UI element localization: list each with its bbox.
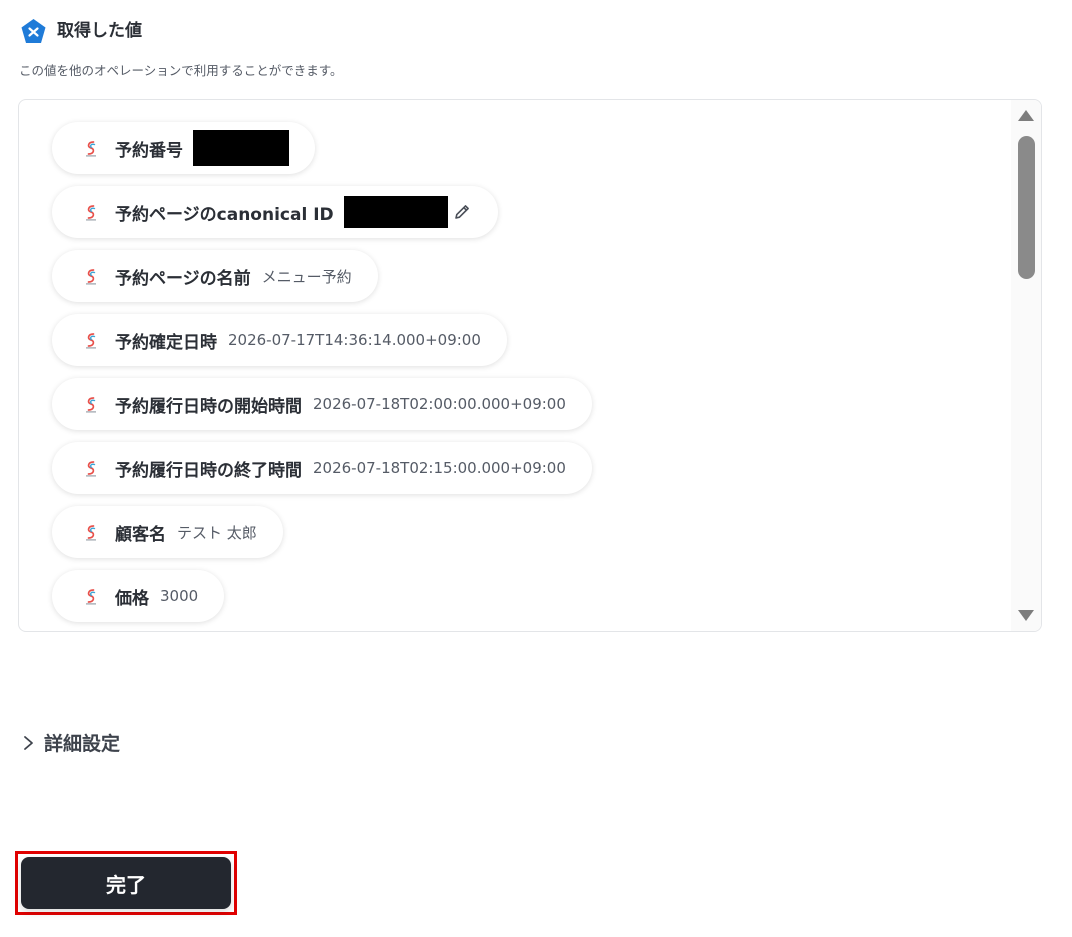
value-chip-canonical-id[interactable]: 予約ページのcanonical ID	[52, 186, 498, 238]
chevron-right-icon	[24, 735, 33, 750]
vertical-scrollbar[interactable]	[1011, 100, 1041, 631]
stores-logo-icon	[86, 333, 96, 349]
stores-logo-icon	[86, 205, 96, 221]
value-chip-page-name[interactable]: 予約ページの名前 メニュー予約	[52, 250, 378, 302]
field-value: メニュー予約	[261, 267, 352, 286]
scroll-down-arrow-icon[interactable]	[1018, 610, 1034, 621]
field-value: テスト 太郎	[177, 523, 257, 542]
field-label: 予約履行日時の開始時間	[115, 396, 302, 417]
field-label: 予約番号	[115, 140, 183, 161]
field-value: 2026-07-18T02:00:00.000+09:00	[313, 395, 566, 413]
scrollbar-thumb[interactable]	[1018, 136, 1035, 279]
section-title: 取得した値	[57, 21, 142, 41]
values-panel[interactable]: 予約番号 予約ページのcanonical ID 予約ページの名前 メニュー予約 …	[18, 99, 1042, 632]
field-label: 価格	[115, 588, 149, 609]
stores-logo-icon	[86, 525, 96, 541]
value-chip-customer-name[interactable]: 顧客名 テスト 太郎	[52, 506, 283, 558]
scroll-up-arrow-icon[interactable]	[1018, 110, 1034, 121]
field-value: 2026-07-18T02:15:00.000+09:00	[313, 459, 566, 477]
stores-logo-icon	[86, 141, 96, 157]
stores-logo-icon	[86, 589, 96, 605]
redacted-value	[343, 196, 448, 228]
pencil-icon[interactable]	[452, 202, 472, 222]
section-header: 取得した値	[20, 18, 142, 45]
field-label: 予約確定日時	[115, 332, 217, 353]
field-label: 予約履行日時の終了時間	[115, 460, 302, 481]
field-label: 顧客名	[115, 524, 166, 545]
stores-logo-icon	[86, 461, 96, 477]
value-chip-confirmed-at[interactable]: 予約確定日時 2026-07-17T14:36:14.000+09:00	[52, 314, 507, 366]
stores-logo-icon	[86, 397, 96, 413]
field-label: 予約ページの名前	[115, 268, 251, 289]
value-chip-reservation-number[interactable]: 予約番号	[52, 122, 315, 174]
stores-logo-icon	[86, 269, 96, 285]
section-description: この値を他のオペレーションで利用することができます。	[19, 63, 343, 78]
redacted-value	[193, 130, 289, 166]
advanced-settings-label: 詳細設定	[44, 733, 121, 755]
done-button[interactable]: 完了	[21, 857, 231, 909]
field-label: 予約ページのcanonical ID	[115, 204, 334, 225]
value-chip-end-time[interactable]: 予約履行日時の終了時間 2026-07-18T02:15:00.000+09:0…	[52, 442, 592, 494]
advanced-settings-toggle[interactable]: 詳細設定	[22, 729, 120, 756]
field-value: 2026-07-17T14:36:14.000+09:00	[228, 331, 481, 349]
app-logo-icon	[21, 19, 46, 43]
value-chip-price[interactable]: 価格 3000	[52, 570, 225, 622]
field-value: 3000	[160, 587, 199, 605]
value-chip-start-time[interactable]: 予約履行日時の開始時間 2026-07-18T02:00:00.000+09:0…	[52, 378, 592, 430]
